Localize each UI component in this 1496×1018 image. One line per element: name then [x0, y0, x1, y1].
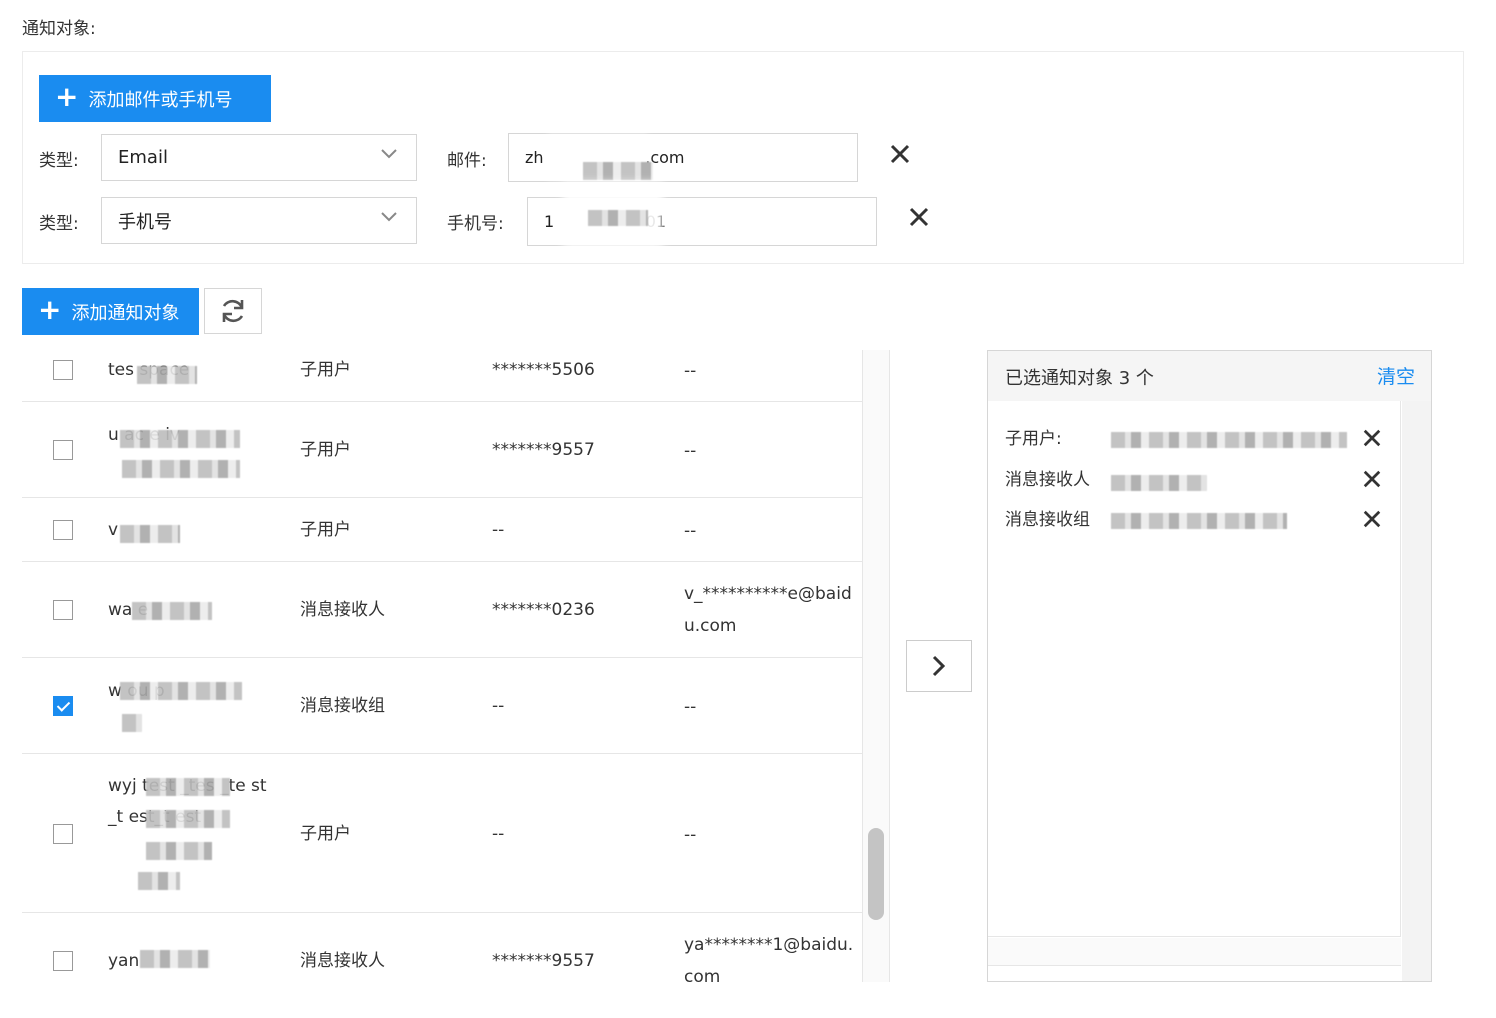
type-cell: 子用户: [300, 520, 351, 540]
phone-cell: *******0236: [492, 600, 595, 620]
add-target-button-label: 添加通知对象: [71, 302, 180, 324]
type-cell: 消息接收人: [300, 951, 385, 971]
redaction-mask: [132, 602, 212, 620]
redaction-mask: [1111, 432, 1347, 448]
table-row[interactable]: u ac e iv 子用户 *******9557 --: [22, 402, 862, 498]
close-icon[interactable]: [1362, 469, 1382, 489]
refresh-button[interactable]: [204, 288, 262, 334]
refresh-icon: [222, 299, 244, 323]
type-cell: 子用户: [300, 824, 351, 844]
plus-icon: +: [55, 80, 79, 113]
email-cell: --: [684, 521, 697, 541]
table-row[interactable]: yan 消息接收人 *******9557 ya********1@baidu.…: [22, 913, 862, 982]
type-cell: 消息接收人: [300, 600, 385, 620]
phone-cell: --: [492, 696, 505, 716]
type-select[interactable]: 手机号: [101, 197, 417, 244]
selected-item: 子用户:: [1005, 424, 1395, 454]
row-checkbox[interactable]: [53, 520, 73, 540]
redaction-mask: [120, 682, 242, 700]
selected-panel-header: 已选通知对象 3 个 清空: [988, 351, 1431, 401]
redaction-mask: [1111, 513, 1287, 529]
type-select-value: Email: [118, 147, 168, 168]
row-checkbox[interactable]: [53, 360, 73, 380]
row-checkbox[interactable]: [53, 600, 73, 620]
redaction-mask: [583, 162, 653, 180]
selected-panel-footer: [988, 938, 1401, 966]
redaction-mask: [146, 778, 230, 796]
redaction-mask: [588, 210, 648, 226]
redaction-mask: [120, 525, 180, 543]
scrollbar-thumb[interactable]: [868, 828, 884, 920]
email-cell: --: [684, 361, 697, 381]
row-checkbox[interactable]: [53, 696, 73, 716]
plus-icon: +: [38, 293, 62, 326]
row-checkbox[interactable]: [53, 951, 73, 971]
type-select[interactable]: Email: [101, 134, 417, 181]
phone-cell: *******9557: [492, 440, 595, 460]
selected-panel-scrollbar[interactable]: [1402, 401, 1431, 981]
selected-item-label: 消息接收人: [1005, 470, 1090, 490]
chevron-down-icon: [381, 149, 397, 159]
redaction-mask: [138, 872, 180, 890]
type-select-value: 手机号: [118, 211, 172, 233]
contact-panel: + 添加邮件或手机号 类型: Email 邮件: 类型: 手机号 手机号:: [22, 51, 1464, 264]
row-checkbox[interactable]: [53, 824, 73, 844]
add-target-button[interactable]: + 添加通知对象: [22, 288, 199, 335]
selected-item-label: 子用户:: [1005, 429, 1062, 449]
table-row[interactable]: w ou p 消息接收组 -- --: [22, 658, 862, 754]
type-label: 类型:: [39, 151, 79, 171]
phone-cell: --: [492, 824, 505, 844]
row-checkbox[interactable]: [53, 440, 73, 460]
selected-panel-title: 已选通知对象 3 个: [1005, 368, 1154, 389]
selected-item-label: 消息接收组: [1005, 510, 1090, 530]
chevron-right-icon: [932, 655, 946, 677]
redaction-mask: [146, 810, 230, 828]
selected-item: 消息接收组: [1005, 505, 1395, 535]
redaction-mask: [137, 366, 197, 384]
selected-panel: 已选通知对象 3 个 清空 子用户: 消息接收人 消息接收组: [987, 350, 1432, 982]
clear-link[interactable]: 清空: [1377, 362, 1415, 389]
redaction-mask: [146, 842, 212, 860]
type-cell: 子用户: [300, 440, 351, 460]
phone-label: 手机号:: [447, 214, 504, 234]
add-contact-button[interactable]: + 添加邮件或手机号: [39, 75, 271, 122]
type-cell: 子用户: [300, 360, 351, 380]
close-icon[interactable]: [908, 206, 930, 228]
email-cell: v_**********e@baidu.com: [684, 584, 852, 636]
selected-item: 消息接收人: [1005, 465, 1395, 495]
target-table: tes space 子用户 *******5506 -- u ac e iv 子…: [22, 350, 862, 982]
email-cell: ya********1@baidu.com: [684, 935, 854, 982]
phone-cell: *******9557: [492, 951, 595, 971]
selected-list: 子用户: 消息接收人 消息接收组: [988, 401, 1401, 937]
redaction-mask: [122, 460, 240, 478]
close-icon[interactable]: [1362, 509, 1382, 529]
email-label: 邮件:: [447, 151, 487, 171]
phone-cell: --: [492, 520, 505, 540]
email-cell: --: [684, 825, 697, 845]
redaction-mask: [140, 950, 210, 968]
phone-cell: *******5506: [492, 360, 595, 380]
type-cell: 消息接收组: [300, 696, 385, 716]
add-contact-button-label: 添加邮件或手机号: [88, 89, 233, 111]
redaction-mask: [1111, 475, 1207, 491]
email-cell: --: [684, 441, 697, 461]
chevron-down-icon: [381, 212, 397, 222]
close-icon[interactable]: [889, 143, 911, 165]
redaction-mask: [122, 714, 142, 732]
transfer-button[interactable]: [906, 640, 972, 692]
type-label: 类型:: [39, 214, 79, 234]
section-label: 通知对象:: [22, 19, 96, 39]
email-cell: --: [684, 697, 697, 717]
redaction-mask: [120, 430, 240, 448]
close-icon[interactable]: [1362, 428, 1382, 448]
